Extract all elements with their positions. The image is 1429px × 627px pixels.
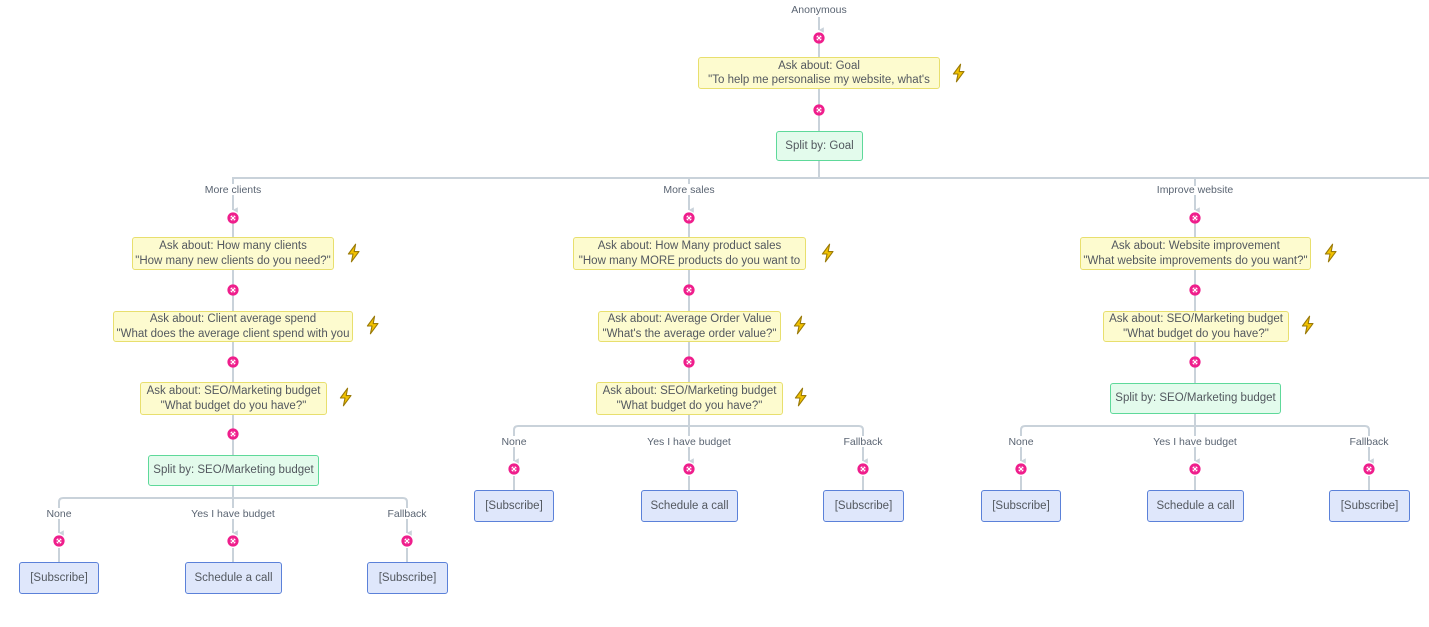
node-subtitle: "What budget do you have?" <box>160 399 307 412</box>
outcome-label-none-middle: None <box>501 436 527 448</box>
node-action-subscribe-right-fallback[interactable]: [Subscribe] <box>1329 490 1410 522</box>
flow-canvas[interactable]: Anonymous Ask about: Goal "To help me pe… <box>0 0 1429 627</box>
node-subtitle: "What budget do you have?" <box>616 399 763 412</box>
node-ask-how-many-clients[interactable]: Ask about: How many clients "How many ne… <box>132 237 334 270</box>
node-title: [Subscribe] <box>378 571 437 584</box>
add-step-handle[interactable] <box>227 428 240 441</box>
node-subtitle: "To help me personalise my website, what… <box>708 74 930 86</box>
node-title: Ask about: Client average spend <box>149 313 317 326</box>
node-ask-seo-budget-left[interactable]: Ask about: SEO/Marketing budget "What bu… <box>140 382 327 415</box>
add-step-handle[interactable] <box>1189 356 1202 369</box>
node-title: [Subscribe] <box>992 499 1050 512</box>
node-title: Schedule a call <box>194 571 273 584</box>
node-title: [Subscribe] <box>1340 499 1399 512</box>
node-title: Ask about: Goal <box>778 59 860 72</box>
node-ask-goal[interactable]: Ask about: Goal "To help me personalise … <box>698 57 940 89</box>
add-step-handle[interactable] <box>1189 284 1202 297</box>
add-step-handle[interactable] <box>227 356 240 369</box>
node-action-subscribe-middle-none[interactable]: [Subscribe] <box>474 490 554 522</box>
node-ask-average-order-value[interactable]: Ask about: Average Order Value "What's t… <box>598 311 781 342</box>
lightning-bolt-icon[interactable] <box>1322 243 1340 263</box>
outcome-label-none-left: None <box>46 508 72 520</box>
outcome-label-none-right: None <box>1008 436 1034 448</box>
outcome-label-fallback-left: Fallback <box>387 508 427 520</box>
node-title: [Subscribe] <box>834 499 893 512</box>
lightning-bolt-icon[interactable] <box>792 387 810 407</box>
branch-label-more-clients: More clients <box>204 184 262 196</box>
node-title: Ask about: SEO/Marketing budget <box>1109 313 1283 326</box>
node-title: Ask about: How many clients <box>159 240 307 253</box>
add-step-handle[interactable] <box>1189 463 1202 476</box>
node-title: Schedule a call <box>1156 499 1235 512</box>
node-action-subscribe-right-none[interactable]: [Subscribe] <box>981 490 1061 522</box>
lightning-bolt-icon[interactable] <box>364 315 382 335</box>
node-title: Ask about: Website improvement <box>1111 240 1280 253</box>
add-step-handle[interactable] <box>813 32 826 45</box>
lightning-bolt-icon[interactable] <box>791 315 809 335</box>
node-ask-website-improvement[interactable]: Ask about: Website improvement "What web… <box>1080 237 1311 270</box>
node-ask-how-many-product-sales[interactable]: Ask about: How Many product sales "How m… <box>573 237 806 270</box>
add-step-handle[interactable] <box>683 463 696 476</box>
outcome-label-yes-right: Yes I have budget <box>1153 436 1237 448</box>
outcome-label-yes-left: Yes I have budget <box>191 508 275 520</box>
node-title: Ask about: SEO/Marketing budget <box>146 385 321 398</box>
node-subtitle: "What does the average client spend with… <box>116 327 350 340</box>
add-step-handle[interactable] <box>227 284 240 297</box>
lightning-bolt-icon[interactable] <box>1299 315 1317 335</box>
node-subtitle: "What budget do you have?" <box>1123 327 1269 340</box>
add-step-handle[interactable] <box>813 104 826 117</box>
node-title: Split by: SEO/Marketing budget <box>1115 392 1276 405</box>
outcome-label-fallback-middle: Fallback <box>843 436 883 448</box>
node-ask-client-average-spend[interactable]: Ask about: Client average spend "What do… <box>113 311 353 342</box>
node-split-goal[interactable]: Split by: Goal <box>776 131 863 161</box>
node-action-schedule-call-left[interactable]: Schedule a call <box>185 562 282 594</box>
add-step-handle[interactable] <box>1015 463 1028 476</box>
node-title: Split by: SEO/Marketing budget <box>153 464 314 477</box>
node-subtitle: "What website improvements do you want?" <box>1083 254 1308 267</box>
node-split-seo-budget-right[interactable]: Split by: SEO/Marketing budget <box>1110 383 1281 414</box>
outcome-label-fallback-right: Fallback <box>1349 436 1389 448</box>
outcome-label-yes-middle: Yes I have budget <box>647 436 731 448</box>
add-step-handle[interactable] <box>227 535 240 548</box>
node-ask-seo-budget-middle[interactable]: Ask about: SEO/Marketing budget "What bu… <box>596 382 783 415</box>
lightning-bolt-icon[interactable] <box>819 243 837 263</box>
node-action-subscribe-left-fallback[interactable]: [Subscribe] <box>367 562 448 594</box>
node-subtitle: "What's the average order value?" <box>602 327 777 340</box>
branch-label-more-sales: More sales <box>663 184 715 196</box>
node-title: Ask about: SEO/Marketing budget <box>602 385 777 398</box>
lightning-bolt-icon[interactable] <box>950 63 968 83</box>
lightning-bolt-icon[interactable] <box>337 387 355 407</box>
add-step-handle[interactable] <box>683 212 696 225</box>
add-step-handle[interactable] <box>857 463 870 476</box>
node-subtitle: "How many MORE products do you want to <box>578 254 801 267</box>
add-step-handle[interactable] <box>683 284 696 297</box>
branch-label-improve-website: Improve website <box>1156 184 1234 196</box>
node-split-seo-budget-left[interactable]: Split by: SEO/Marketing budget <box>148 455 319 486</box>
add-step-handle[interactable] <box>683 356 696 369</box>
lightning-bolt-icon[interactable] <box>345 243 363 263</box>
node-action-subscribe-left-none[interactable]: [Subscribe] <box>19 562 99 594</box>
node-action-subscribe-middle-fallback[interactable]: [Subscribe] <box>823 490 904 522</box>
entry-label: Anonymous <box>791 4 847 16</box>
add-step-handle[interactable] <box>227 212 240 225</box>
node-title: Ask about: How Many product sales <box>597 240 782 253</box>
add-step-handle[interactable] <box>401 535 414 548</box>
add-step-handle[interactable] <box>508 463 521 476</box>
node-action-schedule-call-middle[interactable]: Schedule a call <box>641 490 738 522</box>
node-title: Ask about: Average Order Value <box>607 313 772 326</box>
node-title: [Subscribe] <box>30 571 88 584</box>
add-step-handle[interactable] <box>1363 463 1376 476</box>
add-step-handle[interactable] <box>53 535 66 548</box>
node-ask-seo-budget-right[interactable]: Ask about: SEO/Marketing budget "What bu… <box>1103 311 1289 342</box>
node-title: Schedule a call <box>650 499 729 512</box>
node-title: [Subscribe] <box>485 499 543 512</box>
node-title: Split by: Goal <box>785 139 854 152</box>
add-step-handle[interactable] <box>1189 212 1202 225</box>
node-subtitle: "How many new clients do you need?" <box>135 254 331 267</box>
node-action-schedule-call-right[interactable]: Schedule a call <box>1147 490 1244 522</box>
